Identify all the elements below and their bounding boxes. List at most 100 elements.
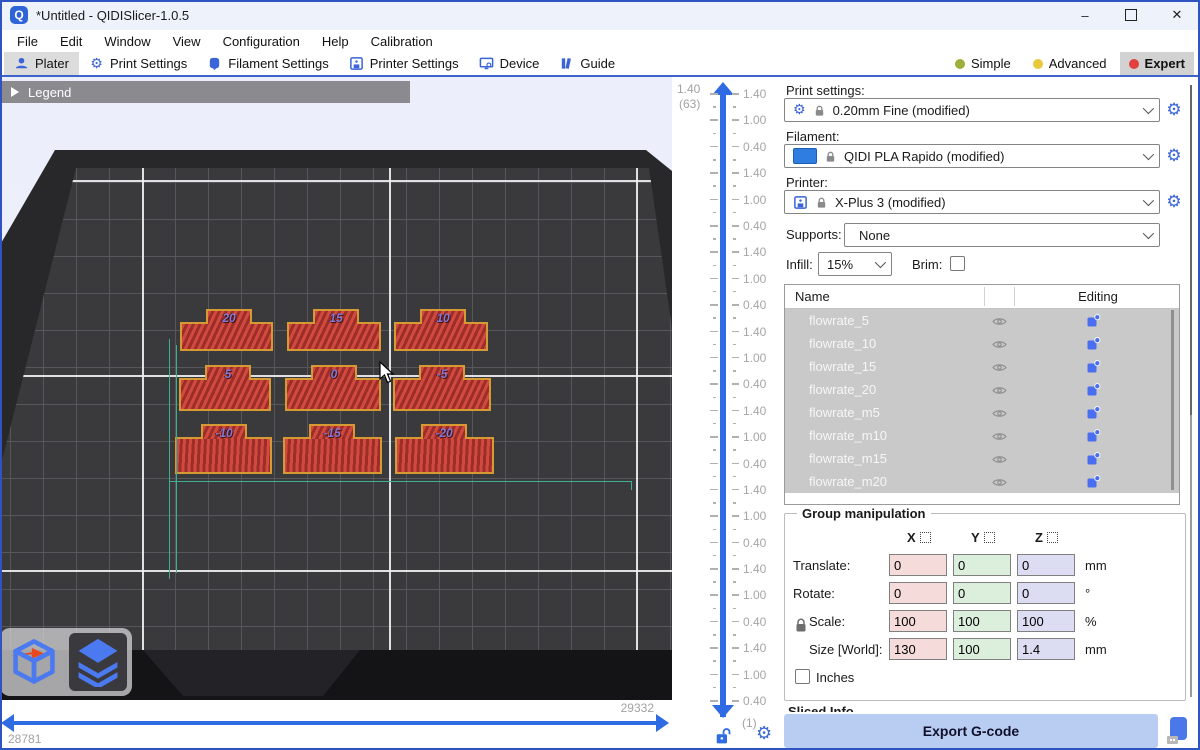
printer-edit-button[interactable]: ⚙ — [1165, 193, 1183, 211]
input-scale-z[interactable] — [1017, 610, 1075, 632]
model-plate--20[interactable]: -20 — [395, 437, 494, 474]
minimize-button[interactable]: – — [1062, 0, 1108, 30]
object-row-flowrate_15[interactable]: flowrate_15 — [785, 355, 1179, 378]
model-plate-10[interactable]: 10 — [394, 322, 488, 351]
mode-advanced[interactable]: Advanced — [1024, 52, 1116, 75]
model-plate-15[interactable]: 15 — [287, 322, 381, 351]
moves-slider-right-thumb[interactable] — [656, 714, 669, 732]
close-button[interactable]: ✕ — [1154, 0, 1200, 30]
layer-slider-panel: 1.40 (63) 1.401.000.401.401.000.401.401.… — [672, 77, 780, 750]
tab-device[interactable]: Device — [469, 52, 550, 75]
model-plate--5[interactable]: -5 — [393, 378, 491, 411]
visibility-eye-icon[interactable] — [992, 453, 1007, 468]
edit-object-icon[interactable] — [1086, 314, 1101, 331]
input-scale-x[interactable] — [889, 610, 947, 632]
visibility-eye-icon[interactable] — [992, 407, 1007, 422]
filament-combo[interactable]: QIDI PLA Rapido (modified) — [784, 144, 1160, 168]
input-rotate-z[interactable] — [1017, 582, 1075, 604]
inches-checkbox[interactable] — [795, 669, 810, 684]
menu-edit[interactable]: Edit — [49, 34, 93, 49]
edit-object-icon[interactable] — [1086, 383, 1101, 400]
input-rotate-y[interactable] — [953, 582, 1011, 604]
visibility-eye-icon[interactable] — [992, 384, 1007, 399]
menu-calibration[interactable]: Calibration — [360, 34, 444, 49]
export-to-sd-button[interactable] — [1162, 714, 1196, 748]
layer-slider-lower-thumb[interactable] — [712, 705, 734, 718]
menu-configuration[interactable]: Configuration — [212, 34, 311, 49]
object-row-flowrate_20[interactable]: flowrate_20 — [785, 378, 1179, 401]
object-name: flowrate_m10 — [785, 428, 887, 443]
object-row-flowrate_10[interactable]: flowrate_10 — [785, 332, 1179, 355]
input-scale-y[interactable] — [953, 610, 1011, 632]
visibility-eye-icon[interactable] — [992, 315, 1007, 330]
visibility-eye-icon[interactable] — [992, 430, 1007, 445]
object-row-flowrate_m20[interactable]: flowrate_m20 — [785, 470, 1179, 493]
editing-column-header[interactable]: Editing — [1018, 289, 1178, 304]
visibility-eye-icon[interactable] — [992, 361, 1007, 376]
mode-simple[interactable]: Simple — [946, 52, 1020, 75]
uniform-scale-lock-icon[interactable] — [794, 617, 808, 633]
maximize-button[interactable] — [1108, 0, 1154, 30]
tab-guide[interactable]: Guide — [549, 52, 625, 75]
slider-settings-gear-icon[interactable]: ⚙ — [756, 725, 772, 743]
visibility-eye-icon[interactable] — [992, 476, 1007, 491]
tick-value-label: 0.40 — [743, 458, 766, 470]
input-translate-y[interactable] — [953, 554, 1011, 576]
layer-slider-track[interactable] — [720, 88, 726, 717]
name-column-header[interactable]: Name — [785, 289, 830, 304]
input-rotate-x[interactable] — [889, 582, 947, 604]
brim-checkbox[interactable] — [950, 256, 965, 271]
model-plate--15[interactable]: -15 — [283, 437, 382, 474]
axis-label: X — [907, 530, 916, 545]
model-plate-20[interactable]: 20 — [180, 322, 273, 351]
model-plate-5[interactable]: 5 — [179, 378, 271, 411]
menu-file[interactable]: File — [6, 34, 49, 49]
edit-object-icon[interactable] — [1086, 475, 1101, 492]
menu-view[interactable]: View — [162, 34, 212, 49]
tick-value-label: 0.40 — [743, 141, 766, 153]
tab-printer-settings[interactable]: Printer Settings — [339, 52, 469, 75]
export-gcode-button[interactable]: Export G-code — [784, 714, 1158, 748]
menu-window[interactable]: Window — [93, 34, 161, 49]
edit-object-icon[interactable] — [1086, 406, 1101, 423]
edit-object-icon[interactable] — [1086, 360, 1101, 377]
moves-slider-track[interactable] — [10, 721, 658, 725]
input-sizeworld-z[interactable] — [1017, 638, 1075, 660]
model-plate-number: -20 — [435, 427, 452, 439]
tab-print-settings[interactable]: ⚙Print Settings — [79, 52, 197, 75]
mode-expert[interactable]: Expert — [1120, 52, 1194, 75]
object-row-flowrate_m15[interactable]: flowrate_m15 — [785, 447, 1179, 470]
slider-lock-icon[interactable] — [715, 727, 731, 745]
edit-object-icon[interactable] — [1086, 452, 1101, 469]
model-plate-0[interactable]: 0 — [285, 378, 381, 411]
infill-combo[interactable]: 15% — [818, 252, 892, 276]
tab-plater[interactable]: Plater — [4, 52, 79, 75]
printer-combo[interactable]: X-Plus 3 (modified) — [784, 190, 1160, 214]
menu-help[interactable]: Help — [311, 34, 360, 49]
viewport-3d[interactable]: 20 15 10 50 -5 -10 -15 -20 Legend — [0, 77, 672, 700]
sidebar-scrollbar-thumb[interactable] — [1190, 85, 1192, 415]
legend-collapse-bar[interactable]: Legend — [2, 81, 410, 103]
visibility-eye-icon[interactable] — [992, 338, 1007, 353]
moves-slider-left-thumb[interactable] — [1, 714, 14, 732]
input-sizeworld-x[interactable] — [889, 638, 947, 660]
preview-view-button[interactable] — [69, 633, 127, 691]
print-settings-combo[interactable]: ⚙ 0.20mm Fine (modified) — [784, 98, 1160, 122]
filament-edit-button[interactable]: ⚙ — [1165, 147, 1183, 165]
tick-left — [710, 304, 718, 306]
edit-object-icon[interactable] — [1086, 429, 1101, 446]
object-row-flowrate_m5[interactable]: flowrate_m5 — [785, 401, 1179, 424]
edit-object-icon[interactable] — [1086, 337, 1101, 354]
object-row-flowrate_5[interactable]: flowrate_5 — [785, 309, 1179, 332]
object-list-scrollbar[interactable] — [1171, 310, 1174, 490]
editor-view-button[interactable] — [5, 633, 63, 691]
print-settings-edit-button[interactable]: ⚙ — [1165, 101, 1183, 119]
object-row-flowrate_m10[interactable]: flowrate_m10 — [785, 424, 1179, 447]
input-translate-x[interactable] — [889, 554, 947, 576]
input-sizeworld-y[interactable] — [953, 638, 1011, 660]
supports-combo[interactable]: None — [844, 223, 1160, 247]
tab-filament-settings[interactable]: Filament Settings — [197, 52, 338, 75]
input-translate-z[interactable] — [1017, 554, 1075, 576]
moves-slider-min: 28781 — [8, 733, 41, 745]
model-plate--10[interactable]: -10 — [175, 437, 272, 474]
